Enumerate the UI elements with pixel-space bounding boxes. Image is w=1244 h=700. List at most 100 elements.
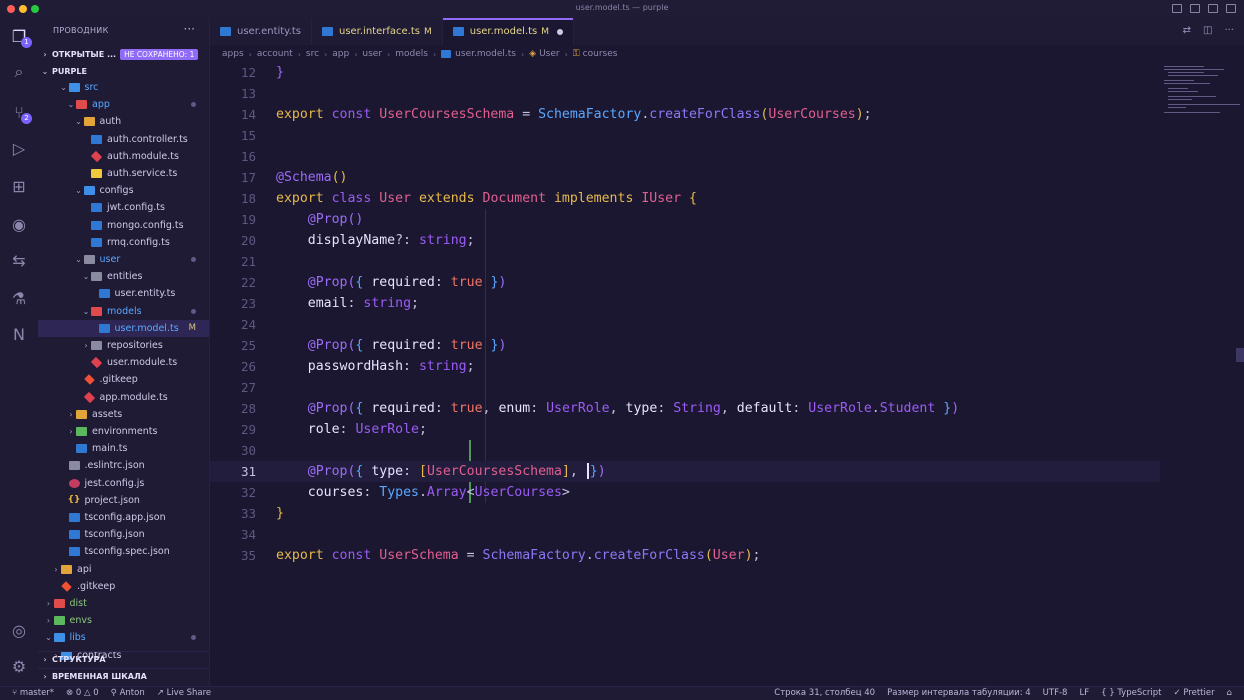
minimap[interactable] bbox=[1160, 62, 1244, 122]
tree-item[interactable]: tsconfig.json bbox=[38, 526, 209, 543]
tree-item[interactable]: › dist bbox=[38, 595, 209, 612]
account-icon[interactable]: ◎ bbox=[9, 620, 29, 640]
language-mode[interactable]: { } TypeScript bbox=[1101, 688, 1161, 698]
tree-item[interactable]: .eslintrc.json bbox=[38, 457, 209, 474]
breadcrumb-item[interactable]: apps bbox=[222, 49, 244, 59]
indentation[interactable]: Размер интервала табуляции: 4 bbox=[887, 688, 1031, 698]
tree-item[interactable]: jest.config.js bbox=[38, 475, 209, 492]
tree-item[interactable]: ⌄ configs bbox=[38, 182, 209, 199]
breadcrumb-item[interactable]: app bbox=[332, 49, 349, 59]
extensions-icon[interactable]: ⊞ bbox=[9, 176, 29, 196]
chevron-right-icon: › bbox=[69, 427, 73, 436]
tree-item[interactable]: .gitkeep bbox=[38, 371, 209, 388]
cursor-position[interactable]: Строка 31, столбец 40 bbox=[774, 688, 875, 698]
tree-item[interactable]: ⌄ entities bbox=[38, 268, 209, 285]
modified-dot bbox=[191, 257, 196, 262]
line-number: 14 bbox=[240, 107, 256, 122]
tree-item[interactable]: ⌄ models bbox=[38, 303, 209, 320]
testing-icon[interactable]: ⚗ bbox=[9, 288, 29, 308]
github-icon[interactable]: ◉ bbox=[9, 214, 29, 234]
more-actions-icon[interactable]: ··· bbox=[1224, 25, 1234, 36]
typescript-file-icon bbox=[452, 27, 464, 36]
tree-item[interactable]: ⌄ libs bbox=[38, 629, 209, 646]
tree-item[interactable]: ⌄ user bbox=[38, 251, 209, 268]
line-number: 23 bbox=[240, 296, 256, 311]
tree-item[interactable]: ⌄ app bbox=[38, 96, 209, 113]
tree-item-label: api bbox=[77, 563, 92, 575]
chevron-right-icon: › bbox=[354, 49, 358, 59]
tree-item[interactable]: mongo.config.ts bbox=[38, 217, 209, 234]
tree-item[interactable]: ⌄ auth bbox=[38, 113, 209, 130]
run-debug-icon[interactable]: ▷ bbox=[9, 138, 29, 158]
breadcrumb-symbol[interactable]: User bbox=[539, 49, 560, 59]
account-indicator[interactable]: ⚲ Anton bbox=[111, 688, 145, 698]
tree-item[interactable]: › environments bbox=[38, 423, 209, 440]
ts-file-icon bbox=[91, 203, 102, 213]
project-section[interactable]: ⌄ PURPLE bbox=[38, 63, 209, 79]
compare-changes-icon[interactable]: ⇄ bbox=[1183, 25, 1191, 36]
code-line: 35 export const UserSchema = SchemaFactor… bbox=[210, 545, 1160, 566]
end-of-line[interactable]: LF bbox=[1079, 688, 1089, 698]
explorer-sidebar: ПРОВОДНИК ··· › ОТКРЫТЫЕ ... НЕ СОХРАНЕН… bbox=[38, 18, 210, 686]
unsaved-badge: НЕ СОХРАНЕНО: 1 bbox=[120, 48, 199, 60]
breadcrumb: apps › account › src › app › user › models › user.mo… bbox=[222, 47, 617, 61]
breadcrumb-symbol[interactable]: courses bbox=[583, 49, 618, 59]
tree-item[interactable]: .gitkeep bbox=[38, 578, 209, 595]
search-icon[interactable]: ⌕ bbox=[9, 62, 29, 82]
editor-tab[interactable]: user.model.ts M bbox=[442, 18, 575, 45]
tree-item[interactable]: tsconfig.spec.json bbox=[38, 543, 209, 560]
unsaved-dot-icon[interactable] bbox=[557, 28, 564, 35]
remote-explorer-icon[interactable]: ⇆ bbox=[9, 250, 29, 270]
problems-indicator[interactable]: ⊗ 0 △ 0 bbox=[66, 688, 99, 698]
source-control-icon[interactable]: ⑂ 2 bbox=[9, 102, 32, 124]
tree-item[interactable]: tsconfig.app.json bbox=[38, 509, 209, 526]
toggle-secondary-sidebar-icon[interactable] bbox=[1208, 4, 1218, 13]
tree-item[interactable]: user.entity.ts bbox=[38, 285, 209, 302]
breadcrumb-file[interactable]: user.model.ts bbox=[455, 49, 516, 59]
settings-gear-icon[interactable]: ⚙ bbox=[9, 656, 29, 676]
scrollbar-thumb[interactable] bbox=[1236, 348, 1244, 362]
toggle-panel-icon[interactable] bbox=[1190, 4, 1200, 13]
ts-file-icon bbox=[68, 547, 80, 557]
live-share-button[interactable]: ↗ Live Share bbox=[157, 688, 211, 698]
chevron-right-icon: › bbox=[43, 672, 47, 681]
more-actions-icon[interactable]: ··· bbox=[184, 22, 195, 36]
tree-item[interactable]: › envs bbox=[38, 612, 209, 629]
tree-item[interactable]: › api bbox=[38, 561, 209, 578]
encoding[interactable]: UTF-8 bbox=[1043, 688, 1068, 698]
tree-item[interactable]: {} project.json bbox=[38, 492, 209, 509]
tree-item[interactable]: auth.service.ts bbox=[38, 165, 209, 182]
explorer-icon[interactable]: ❐ 1 bbox=[9, 26, 32, 48]
prettier-indicator[interactable]: ✓ Prettier bbox=[1174, 688, 1215, 698]
breadcrumb-item[interactable]: models bbox=[395, 49, 428, 59]
code-editor[interactable]: 12} 13 14 export const UserCoursesSchema … bbox=[210, 62, 1160, 686]
customize-layout-icon[interactable] bbox=[1226, 4, 1236, 13]
tree-item[interactable]: › repositories bbox=[38, 337, 209, 354]
open-editors-section[interactable]: › ОТКРЫТЫЕ ... НЕ СОХРАНЕНО: 1 bbox=[38, 46, 209, 62]
toggle-sidebar-icon[interactable] bbox=[1172, 4, 1182, 13]
structure-label: СТРУКТУРА bbox=[52, 655, 106, 664]
tree-item[interactable]: auth.module.ts bbox=[38, 148, 209, 165]
editor-tab[interactable]: user.interface.ts M bbox=[312, 18, 443, 45]
tree-item[interactable]: app.module.ts bbox=[38, 389, 209, 406]
split-editor-icon[interactable]: ◫ bbox=[1203, 25, 1212, 36]
breadcrumb-item[interactable]: src bbox=[306, 49, 319, 59]
structure-section[interactable]: › СТРУКТУРА bbox=[38, 651, 209, 667]
tree-item[interactable]: jwt.config.ts bbox=[38, 199, 209, 216]
nx-console-icon[interactable]: N bbox=[9, 324, 29, 344]
tree-item-label: envs bbox=[69, 615, 92, 627]
tree-item[interactable]: main.ts bbox=[38, 440, 209, 457]
branch-indicator[interactable]: ⑂ master* bbox=[12, 688, 54, 698]
tree-item[interactable]: rmq.config.ts bbox=[38, 234, 209, 251]
line-number: 31 bbox=[240, 464, 256, 479]
notifications-icon[interactable]: ⌂ bbox=[1227, 688, 1232, 698]
tree-item[interactable]: user.module.ts bbox=[38, 354, 209, 371]
tree-item[interactable]: › assets bbox=[38, 406, 209, 423]
timeline-section[interactable]: › ВРЕМЕННАЯ ШКАЛА bbox=[38, 668, 209, 684]
breadcrumb-item[interactable]: account bbox=[257, 49, 293, 59]
editor-tab[interactable]: user.entity.ts bbox=[210, 18, 312, 45]
tree-item[interactable]: auth.controller.ts bbox=[38, 131, 209, 148]
breadcrumb-item[interactable]: user bbox=[362, 49, 382, 59]
tree-item[interactable]: ⌄ src bbox=[38, 79, 209, 96]
tree-item[interactable]: user.model.ts M bbox=[38, 319, 209, 337]
